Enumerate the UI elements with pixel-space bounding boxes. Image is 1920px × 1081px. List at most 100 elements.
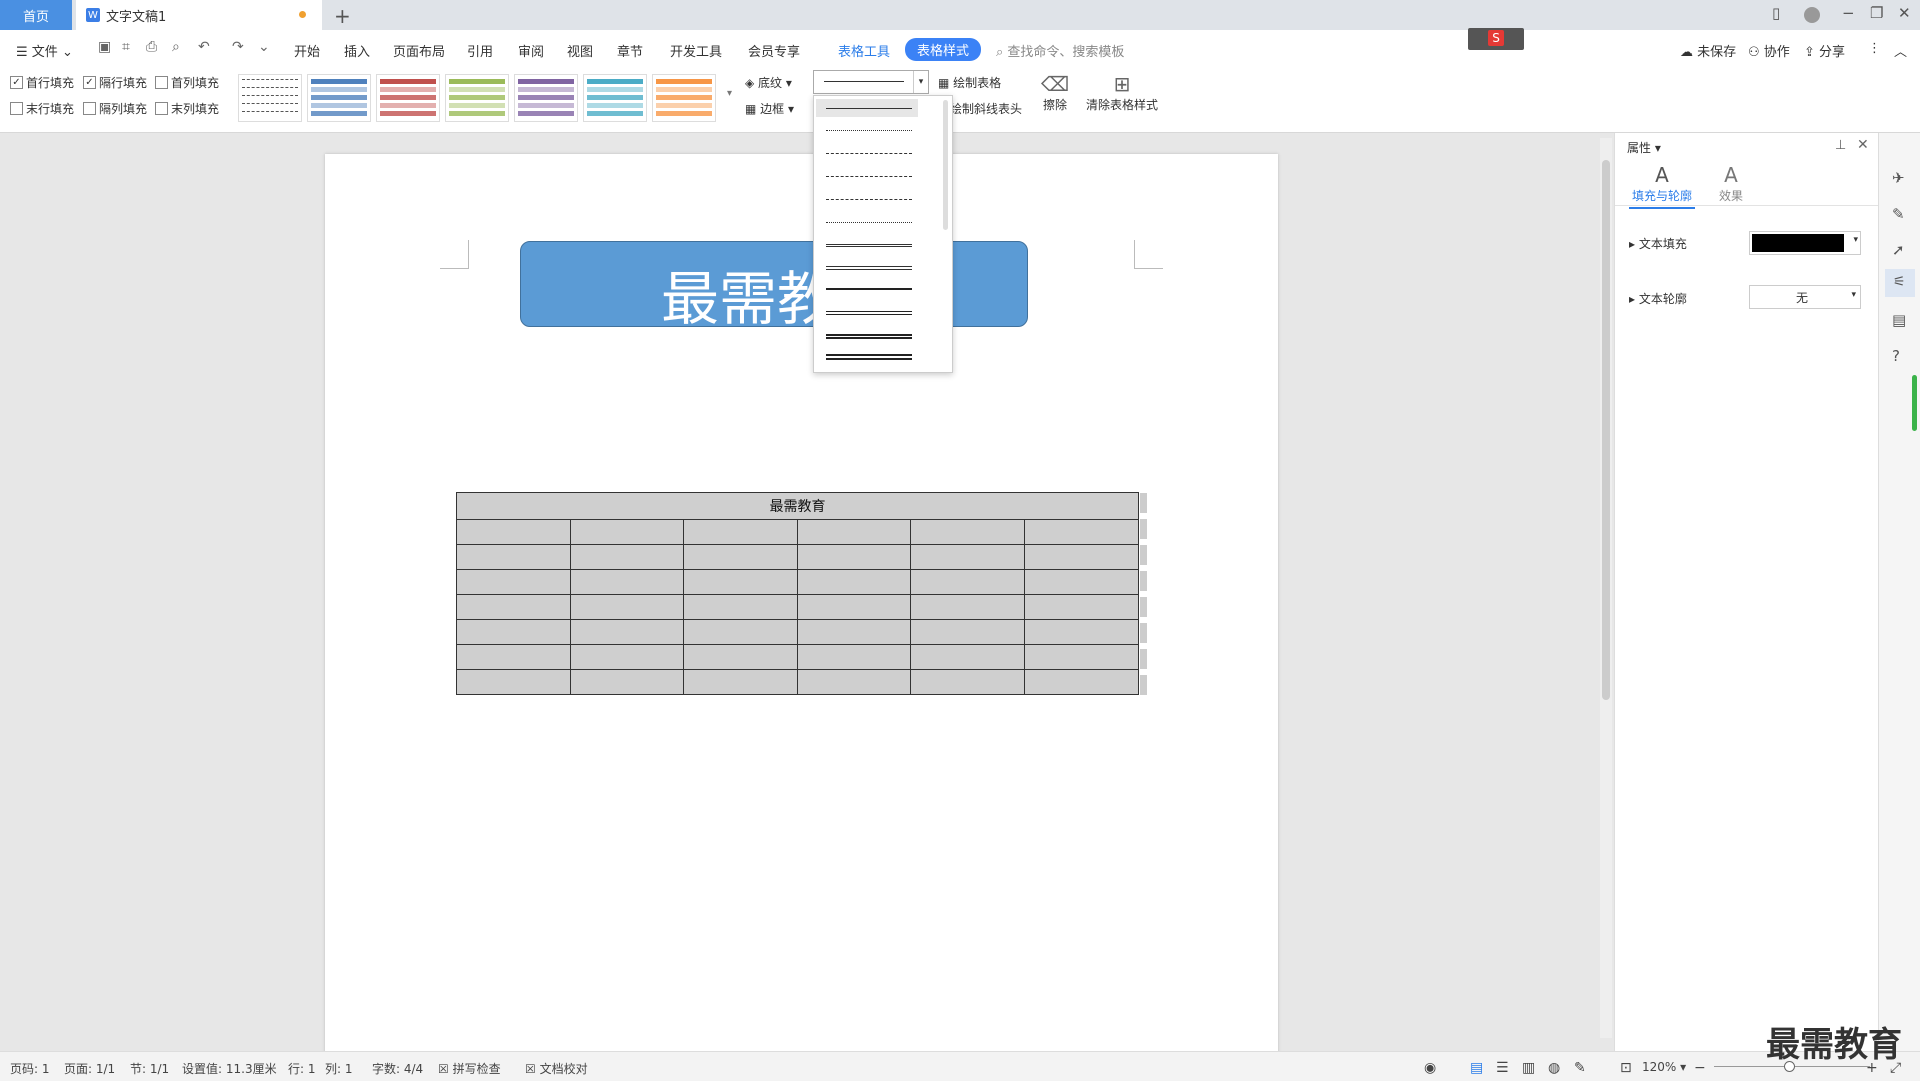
row-handle[interactable]	[1140, 623, 1147, 643]
chk-last-col[interactable]: 末列填充	[155, 100, 219, 117]
chk-banded-cols[interactable]: 隔列填充	[83, 100, 147, 117]
format-painter-icon[interactable]: ⌗	[122, 39, 130, 55]
eye-icon[interactable]: ◉	[1424, 1060, 1436, 1076]
document-table[interactable]: 最需教育	[456, 492, 1140, 695]
table-cell[interactable]	[1023, 569, 1140, 595]
menu-page-layout[interactable]: 页面布局	[393, 41, 445, 60]
table-cell[interactable]	[1023, 519, 1140, 545]
tab-document[interactable]: W 文字文稿1	[76, 0, 322, 30]
tab-home[interactable]: 首页	[0, 0, 72, 30]
row-handle[interactable]	[1140, 545, 1147, 565]
table-cell[interactable]	[910, 544, 1025, 570]
gallery-more-icon[interactable]: ▾	[727, 88, 732, 99]
pen-icon[interactable]: ✎	[1892, 205, 1905, 223]
table-cell[interactable]	[1023, 594, 1140, 620]
table-cell[interactable]	[456, 619, 571, 645]
save-icon[interactable]: ▣	[98, 39, 111, 55]
table-cell[interactable]	[796, 594, 912, 620]
spell-check-button[interactable]: ☒ 拼写检查	[438, 1060, 501, 1077]
table-cell[interactable]	[683, 594, 798, 620]
row-handle[interactable]	[1140, 675, 1147, 695]
chk-banded-rows[interactable]: ✓ 隔行填充	[83, 74, 147, 91]
line-option-thick[interactable]	[826, 288, 912, 290]
table-style-thumb[interactable]	[583, 74, 647, 122]
unsaved-status[interactable]: ☁ 未保存	[1680, 41, 1736, 60]
status-page-number[interactable]: 页码: 1	[10, 1060, 50, 1077]
table-cell[interactable]	[456, 544, 571, 570]
table-style-thumb[interactable]	[514, 74, 578, 122]
pin-icon[interactable]: ⊥	[1835, 138, 1846, 153]
more-icon[interactable]: ⋮	[1868, 41, 1881, 56]
clear-style-button[interactable]: ⊞ 清除表格样式	[1086, 72, 1158, 113]
shading-button[interactable]: ◈ 底纹 ▾	[745, 74, 792, 91]
table-cell[interactable]	[683, 619, 798, 645]
status-setting[interactable]: 设置值: 11.3厘米	[182, 1060, 277, 1077]
table-cell[interactable]	[456, 669, 571, 695]
avatar[interactable]	[1804, 7, 1820, 23]
menu-review[interactable]: 审阅	[518, 41, 544, 60]
rocket-icon[interactable]: ✈	[1892, 169, 1905, 187]
fit-page-icon[interactable]: ⊡	[1620, 1060, 1632, 1076]
collapse-ribbon-icon[interactable]: ︿	[1894, 41, 1907, 60]
table-cell[interactable]	[910, 519, 1025, 545]
menu-view[interactable]: 视图	[567, 41, 593, 60]
chk-last-row[interactable]: 末行填充	[10, 100, 74, 117]
table-cell[interactable]	[569, 519, 685, 545]
tab-fill-outline[interactable]: A 填充与轮廓	[1629, 163, 1695, 209]
row-handle[interactable]	[1140, 519, 1147, 539]
reading-view-icon[interactable]: ▥	[1522, 1060, 1535, 1076]
table-cell[interactable]	[796, 619, 912, 645]
line-option-triple[interactable]	[826, 354, 912, 360]
line-option-solid[interactable]	[826, 108, 912, 109]
table-cell[interactable]	[1023, 544, 1140, 570]
web-view-icon[interactable]: ◍	[1548, 1060, 1560, 1076]
text-outline-section[interactable]: ▸ 文本轮廓	[1629, 290, 1687, 307]
table-style-thumb[interactable]	[307, 74, 371, 122]
line-style-select[interactable]: ▾	[813, 70, 929, 94]
table-cell[interactable]	[569, 544, 685, 570]
table-style-thumb[interactable]	[238, 74, 302, 122]
ime-toolbar[interactable]: S	[1468, 28, 1524, 50]
status-row[interactable]: 行: 1	[288, 1060, 316, 1077]
write-mode-icon[interactable]: ✎	[1574, 1060, 1586, 1076]
table-cell[interactable]	[683, 669, 798, 695]
text-fill-color-select[interactable]: ▾	[1749, 231, 1861, 255]
command-search[interactable]: ⌕ 查找命令、搜索模板	[996, 41, 1124, 60]
chk-first-col[interactable]: 首列填充	[155, 74, 219, 91]
scrollbar-thumb[interactable]	[1602, 160, 1610, 700]
table-cell[interactable]	[910, 569, 1025, 595]
table-cell[interactable]	[569, 669, 685, 695]
panel-title[interactable]: 属性 ▾	[1627, 139, 1661, 156]
table-cell[interactable]	[456, 644, 571, 670]
page-view-icon[interactable]: ▤	[1470, 1060, 1483, 1076]
table-cell[interactable]	[456, 594, 571, 620]
line-option-dotted[interactable]	[826, 130, 912, 131]
table-cell[interactable]	[1023, 619, 1140, 645]
text-outline-select[interactable]: 无 ▾	[1749, 285, 1861, 309]
border-button[interactable]: ▦ 边框 ▾	[745, 100, 794, 117]
table-cell[interactable]	[456, 569, 571, 595]
table-cell[interactable]	[796, 669, 912, 695]
table-cell[interactable]	[796, 569, 912, 595]
line-option-double-thick[interactable]	[826, 266, 912, 270]
table-style-thumb[interactable]	[445, 74, 509, 122]
line-option-thin-thick[interactable]	[826, 311, 912, 315]
menu-member[interactable]: 会员专享	[748, 41, 800, 60]
line-option-dash-dot-dot[interactable]	[826, 222, 912, 223]
table-cell[interactable]	[910, 619, 1025, 645]
status-pages[interactable]: 页面: 1/1	[64, 1060, 115, 1077]
zoom-out-icon[interactable]: −	[1694, 1060, 1706, 1076]
table-cell[interactable]	[456, 519, 571, 545]
menu-start[interactable]: 开始	[294, 41, 320, 60]
table-cell[interactable]	[569, 594, 685, 620]
collab-button[interactable]: ⚇ 协作	[1748, 41, 1790, 60]
doc-proof-button[interactable]: ☒ 文档校对	[525, 1060, 588, 1077]
properties-sidebar-button[interactable]: ⚟	[1885, 269, 1915, 297]
status-section[interactable]: 节: 1/1	[130, 1060, 169, 1077]
table-cell[interactable]	[683, 644, 798, 670]
outline-view-icon[interactable]: ☰	[1496, 1060, 1509, 1076]
minimize-icon[interactable]: −	[1842, 4, 1855, 22]
table-cell[interactable]	[1023, 644, 1140, 670]
dropdown-scrollbar[interactable]	[943, 100, 948, 230]
table-cell[interactable]	[910, 644, 1025, 670]
